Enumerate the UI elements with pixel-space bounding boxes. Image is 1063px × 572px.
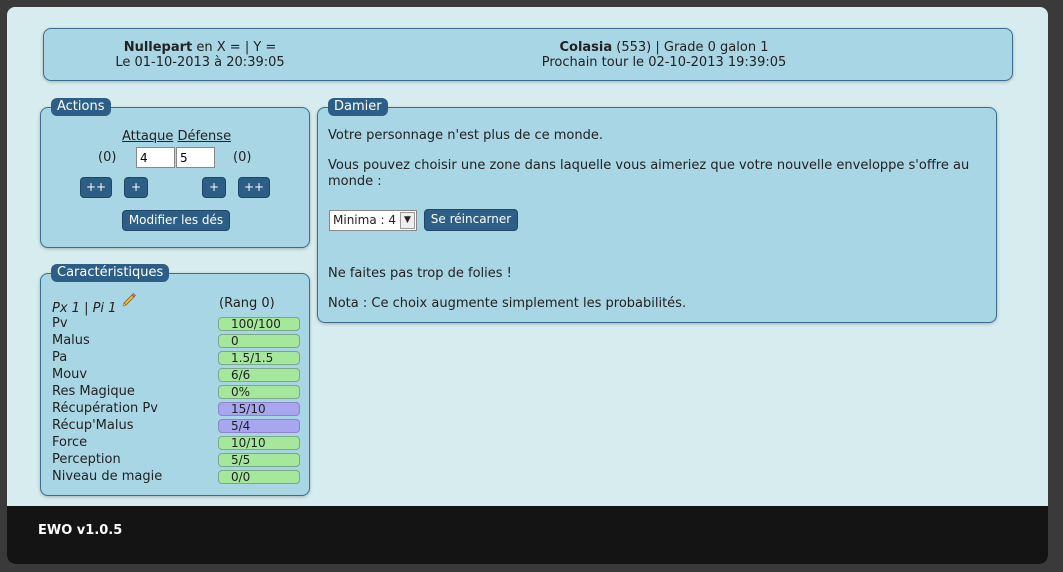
defense-dice-input[interactable] — [176, 147, 215, 168]
stat-label: Mouv — [52, 367, 88, 382]
character-name: Colasia — [559, 40, 613, 55]
stat-row: Res Magique 0% — [52, 384, 302, 401]
px-pi-text: Px 1 | Pi 1 — [52, 301, 117, 316]
stat-label: Récup'Malus — [52, 418, 134, 433]
defense-heading: Défense — [177, 129, 232, 144]
stat-row: Pv 100/100 — [52, 316, 302, 333]
choose-zone-message: Vous pouvez choisir une zone dans laquel… — [328, 158, 970, 189]
stat-row: Récup'Malus 5/4 — [52, 418, 302, 435]
stat-label: Malus — [52, 333, 90, 348]
version-label: EWO v1.0.5 — [38, 523, 123, 538]
stat-row: Pa 1.5/1.5 — [52, 350, 302, 367]
stat-value-bar: 5/4 — [218, 419, 300, 433]
stat-label: Pa — [52, 350, 68, 365]
defense-plusplus-button[interactable]: ++ — [238, 177, 270, 198]
stat-label: Perception — [52, 452, 121, 467]
stat-row: Malus 0 — [52, 333, 302, 350]
px-pi-line: Px 1 | Pi 1 — [52, 293, 137, 316]
actions-panel: Actions Attaque Défense (0) (0) ++ + + +… — [40, 98, 310, 248]
date-line: Le 01-10-2013 à 20:39:05 — [115, 55, 285, 70]
header-panel: Nullepart en X = | Y = Le 01-10-2013 à 2… — [43, 28, 1013, 81]
attack-count: (0) — [98, 150, 117, 165]
stat-value-bar: 6/6 — [218, 368, 300, 382]
place-name: Nullepart — [123, 40, 193, 55]
actions-legend: Actions — [51, 98, 111, 116]
character-info: Colasia (553) | Grade 0 galon 1 Prochain… — [524, 40, 804, 70]
attack-heading: Attaque — [122, 129, 174, 144]
damier-panel: Damier Votre personnage n'est plus de ce… — [317, 98, 997, 323]
page: Nullepart en X = | Y = Le 01-10-2013 à 2… — [7, 7, 1048, 564]
warning-message: Ne faites pas trop de folies ! — [328, 266, 512, 281]
stat-row: Mouv 6/6 — [52, 367, 302, 384]
defense-count: (0) — [233, 150, 252, 165]
next-turn: Prochain tour le 02-10-2013 19:39:05 — [541, 55, 787, 70]
characteristics-panel: Caractéristiques Px 1 | Pi 1 (Rang 0) Pv… — [40, 264, 310, 496]
modify-dice-button[interactable]: Modifier les dés — [122, 210, 230, 231]
attack-plus-button[interactable]: + — [124, 177, 148, 198]
place-coords: en X = | Y = — [192, 40, 277, 55]
damier-legend: Damier — [328, 98, 388, 116]
stat-value-bar: 0 — [218, 334, 300, 348]
stat-value-bar: 10/10 — [218, 436, 300, 450]
stat-row: Récupération Pv 15/10 — [52, 401, 302, 418]
location-info: Nullepart en X = | Y = Le 01-10-2013 à 2… — [100, 40, 300, 70]
stat-value-bar: 100/100 — [218, 317, 300, 331]
character-rank: (553) | Grade 0 galon 1 — [612, 40, 769, 55]
stat-label: Force — [52, 435, 88, 450]
stat-value-bar: 15/10 — [218, 402, 300, 416]
reincarnate-button[interactable]: Se réincarner — [424, 209, 518, 231]
attack-dice-input[interactable] — [136, 147, 175, 168]
stat-value-bar: 1.5/1.5 — [218, 351, 300, 365]
stat-label: Niveau de magie — [52, 469, 163, 484]
death-message: Votre personnage n'est plus de ce monde. — [328, 128, 603, 143]
zone-select-value: Minima : 4 — [333, 213, 396, 227]
nota-message: Nota : Ce choix augmente simplement les … — [328, 296, 687, 311]
zone-select[interactable]: Minima : 4 ▼ — [329, 210, 417, 231]
characteristics-legend: Caractéristiques — [51, 264, 170, 282]
pencil-icon[interactable] — [121, 292, 137, 308]
stat-row: Perception 5/5 — [52, 452, 302, 469]
defense-plus-button[interactable]: + — [202, 177, 226, 198]
stat-label: Récupération Pv — [52, 401, 158, 416]
stat-value-bar: 0% — [218, 385, 300, 399]
attack-plusplus-button[interactable]: ++ — [80, 177, 112, 198]
stat-label: Res Magique — [52, 384, 135, 399]
stat-value-bar: 5/5 — [218, 453, 300, 467]
rank-label: (Rang 0) — [219, 296, 275, 311]
stat-label: Pv — [52, 316, 68, 331]
footer: EWO v1.0.5 — [7, 506, 1048, 564]
chevron-down-icon[interactable]: ▼ — [400, 212, 415, 229]
attack-defense-headings: Attaque Défense — [122, 129, 231, 144]
stat-row: Force 10/10 — [52, 435, 302, 452]
stat-row: Niveau de magie 0/0 — [52, 469, 302, 486]
stat-value-bar: 0/0 — [218, 470, 300, 484]
